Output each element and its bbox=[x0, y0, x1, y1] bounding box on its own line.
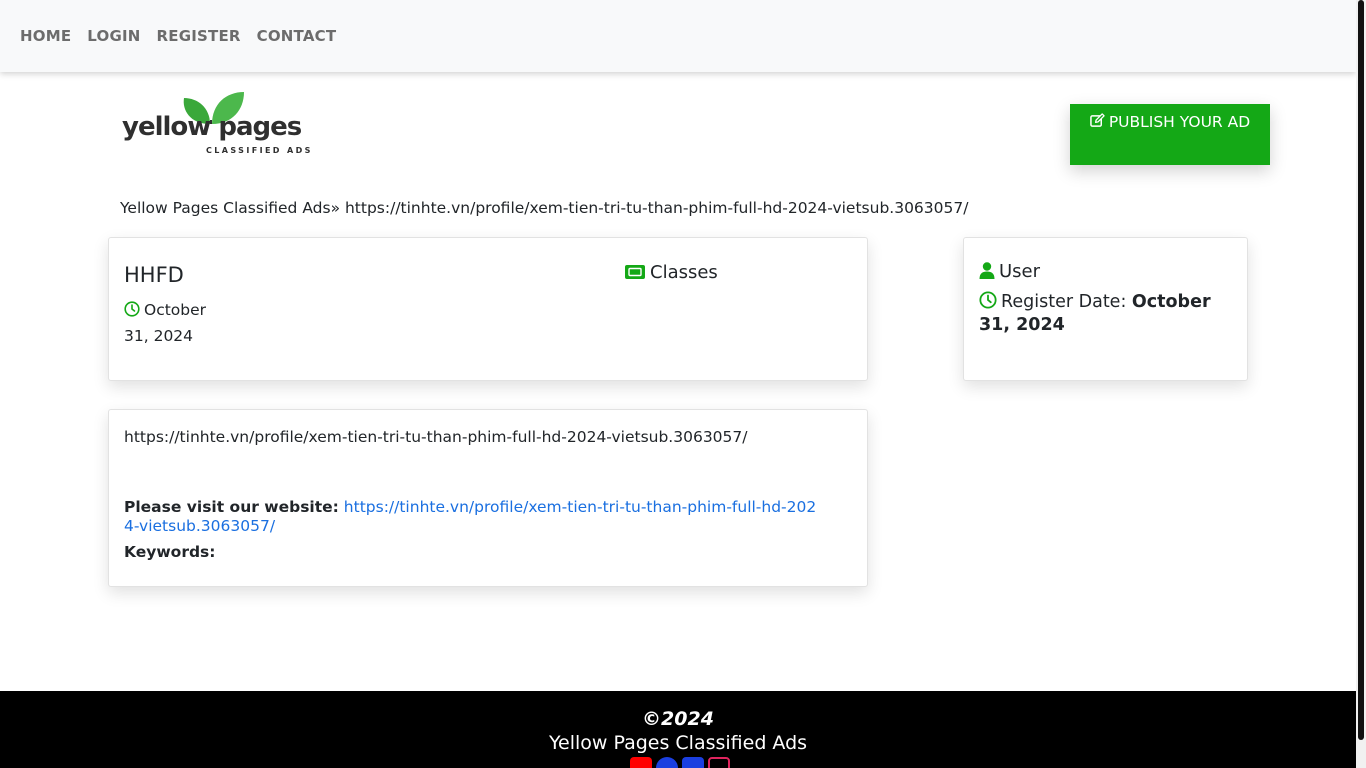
edit-icon bbox=[1090, 111, 1105, 135]
ad-category-label: Classes bbox=[650, 262, 718, 283]
register-date-label: Register Date: bbox=[1001, 292, 1127, 312]
twitter-icon[interactable] bbox=[682, 757, 704, 768]
ticket-icon bbox=[625, 263, 645, 284]
site-logo[interactable]: yellow pages CLASSIFIED ADS bbox=[120, 90, 330, 160]
user-card: User Register Date: October 31, 2024 bbox=[963, 237, 1248, 381]
site-footer: ©2024 Yellow Pages Classified Ads bbox=[0, 691, 1356, 768]
breadcrumb: Yellow Pages Classified Ads» https://tin… bbox=[120, 199, 969, 217]
ad-category[interactable]: Classes bbox=[625, 262, 718, 284]
publish-ad-label: PUBLISH YOUR AD bbox=[1108, 113, 1251, 131]
ad-title: HHFD bbox=[124, 263, 184, 287]
publish-ad-button[interactable]: PUBLISH YOUR AD bbox=[1070, 104, 1270, 165]
user-icon bbox=[979, 262, 995, 284]
nav-contact-link[interactable]: CONTACT bbox=[257, 27, 337, 45]
footer-copyright: ©2024 bbox=[642, 708, 714, 730]
ad-date: October 31, 2024 bbox=[124, 298, 234, 348]
scrollbar-thumb[interactable] bbox=[1358, 0, 1364, 740]
facebook-icon[interactable] bbox=[656, 757, 678, 768]
register-date: Register Date: October 31, 2024 bbox=[979, 291, 1241, 336]
description-text: https://tinhte.vn/profile/xem-tien-tri-t… bbox=[124, 428, 748, 446]
youtube-icon[interactable] bbox=[630, 757, 652, 768]
clock-icon bbox=[979, 291, 997, 315]
website-label: Please visit our website: bbox=[124, 498, 339, 516]
logo-subtitle: CLASSIFIED ADS bbox=[206, 146, 313, 155]
keywords-label: Keywords: bbox=[124, 543, 216, 561]
user-name[interactable]: User bbox=[979, 261, 1040, 284]
logo-wordmark: yellow pages bbox=[122, 112, 302, 142]
clock-icon bbox=[124, 300, 140, 324]
nav-login-link[interactable]: LOGIN bbox=[87, 27, 140, 45]
nav-home-link[interactable]: HOME bbox=[20, 27, 71, 45]
top-navigation: HOME LOGIN REGISTER CONTACT bbox=[0, 0, 1356, 72]
ad-summary-card: HHFD October 31, 2024 Classes bbox=[108, 237, 868, 381]
page-scrollbar[interactable] bbox=[1356, 0, 1366, 768]
footer-site-name: Yellow Pages Classified Ads bbox=[548, 732, 808, 754]
ad-description-card: https://tinhte.vn/profile/xem-tien-tri-t… bbox=[108, 409, 868, 587]
social-links bbox=[630, 757, 730, 768]
website-line: Please visit our website: https://tinhte… bbox=[124, 498, 824, 536]
instagram-icon[interactable] bbox=[708, 757, 730, 768]
nav-register-link[interactable]: REGISTER bbox=[157, 27, 241, 45]
user-name-text: User bbox=[999, 261, 1041, 282]
